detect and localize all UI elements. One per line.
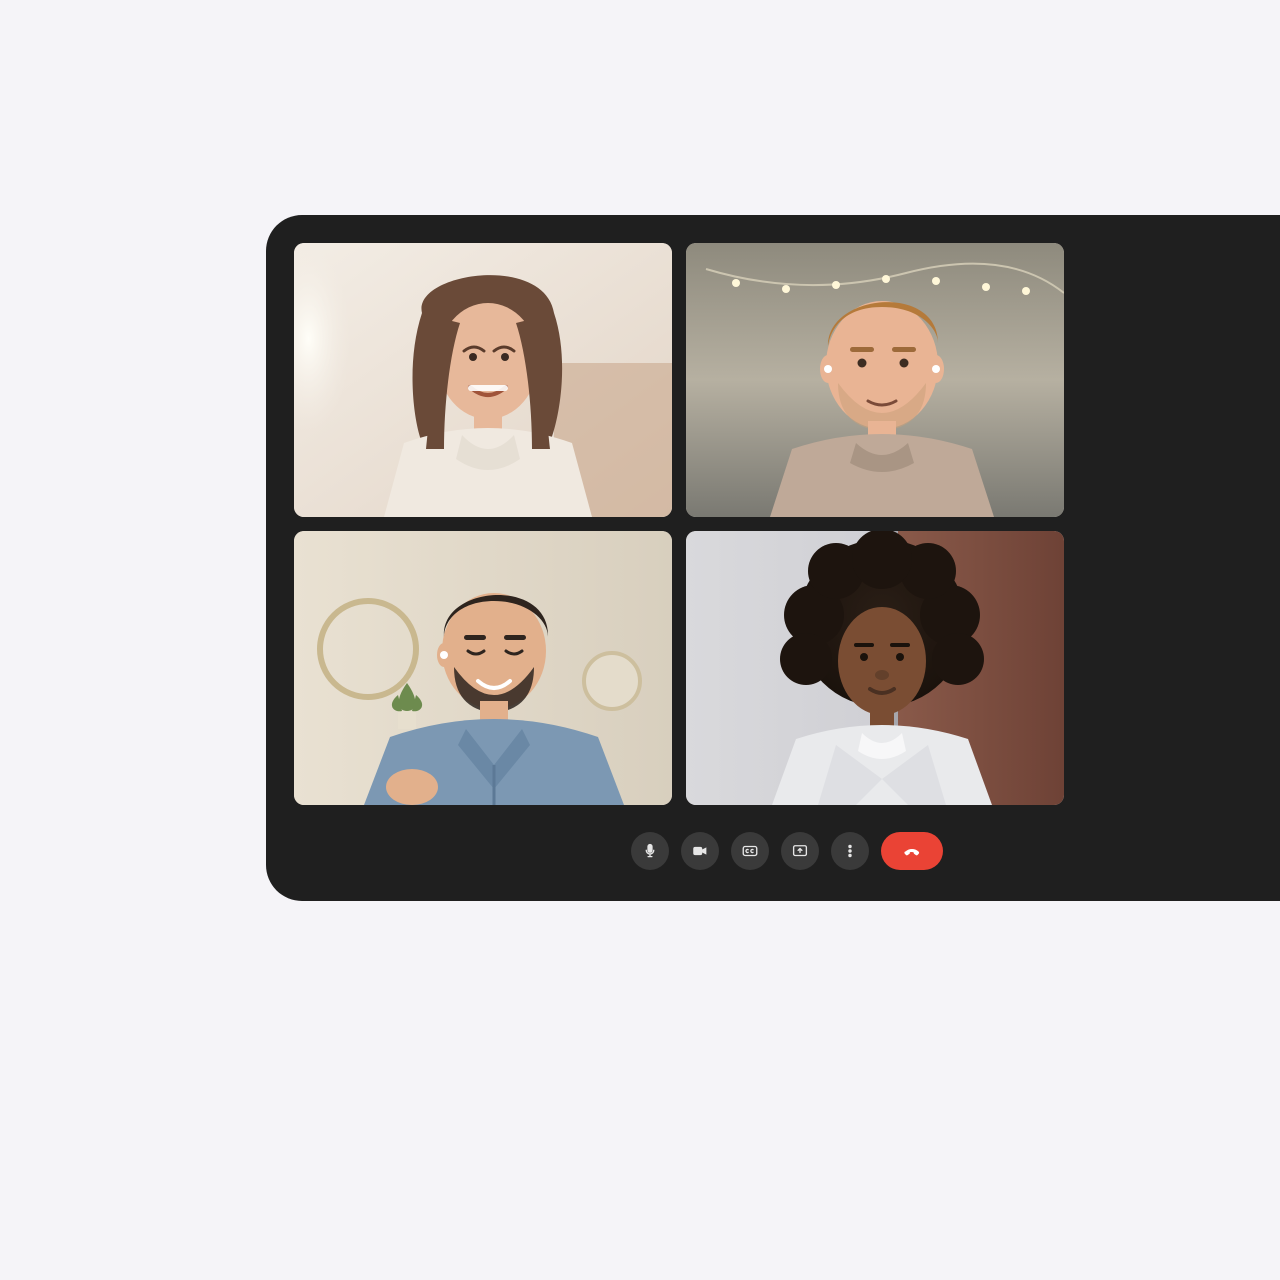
present-screen-icon — [791, 842, 809, 860]
call-controls-bar — [294, 811, 1280, 881]
video-tile-participant-1[interactable] — [294, 243, 672, 517]
more-options-icon — [841, 842, 859, 860]
present-screen-button[interactable] — [781, 832, 819, 870]
video-tile-participant-3[interactable] — [294, 531, 672, 805]
video-call-window — [266, 215, 1280, 901]
toggle-captions-button[interactable] — [731, 832, 769, 870]
hang-up-button[interactable] — [881, 832, 943, 870]
hangup-icon — [903, 842, 921, 860]
camera-icon — [691, 842, 709, 860]
mute-microphone-button[interactable] — [631, 832, 669, 870]
captions-icon — [741, 842, 759, 860]
toggle-camera-button[interactable] — [681, 832, 719, 870]
video-grid — [294, 243, 1280, 811]
video-tile-participant-4[interactable] — [686, 531, 1064, 805]
more-options-button[interactable] — [831, 832, 869, 870]
microphone-icon — [641, 842, 659, 860]
video-tile-participant-2[interactable] — [686, 243, 1064, 517]
